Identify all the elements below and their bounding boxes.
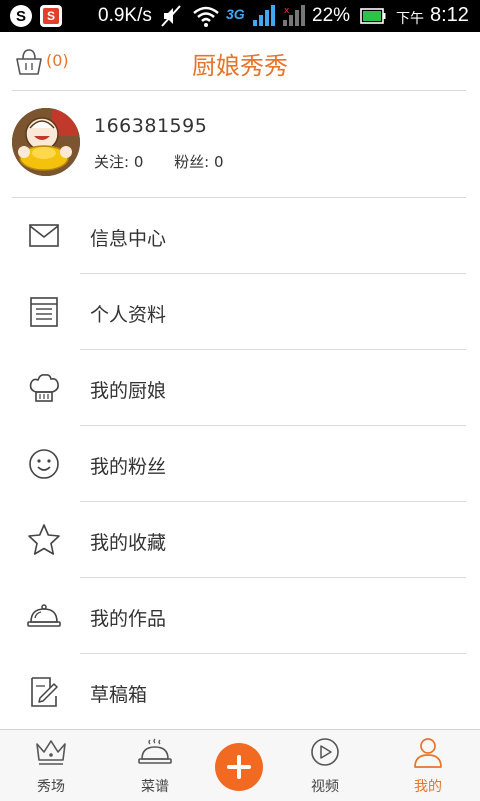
cloche-icon xyxy=(27,604,61,627)
app-header: (0) 厨娘秀秀 xyxy=(0,32,480,90)
nav-tab-show[interactable]: 秀场 xyxy=(16,730,86,801)
bottom-nav: 秀场 菜谱 视频 我的 xyxy=(0,729,480,801)
fans-count[interactable]: 粉丝: 0 xyxy=(174,153,223,171)
nav-tab-recipes[interactable]: 菜谱 xyxy=(120,730,190,801)
nav-label: 视频 xyxy=(311,779,339,795)
cloche-nav-icon xyxy=(138,738,172,764)
battery-percent: 22% xyxy=(312,5,351,26)
clock: 8:12 xyxy=(430,4,469,26)
menu-item-message-center[interactable]: 信息中心 xyxy=(0,198,480,274)
signal-icon xyxy=(253,5,275,26)
page-title: 厨娘秀秀 xyxy=(192,52,288,80)
follow-stats: 关注: 0 粉丝: 0 xyxy=(94,151,250,172)
wifi-icon xyxy=(193,6,219,27)
nav-label: 菜谱 xyxy=(141,779,169,795)
network-type: 3G xyxy=(226,6,245,22)
plus-icon xyxy=(227,755,251,779)
menu-item-label: 我的厨娘 xyxy=(90,380,167,402)
add-post-button[interactable] xyxy=(215,743,263,791)
battery-icon xyxy=(360,8,386,24)
user-icon xyxy=(414,738,442,768)
avatar[interactable] xyxy=(12,108,80,176)
menu-list: 信息中心 个人资料 我的厨娘 我的粉丝 我的收藏 我的作品 草稿箱 xyxy=(0,198,480,730)
profile-card-icon xyxy=(30,297,58,327)
draft-edit-icon xyxy=(31,677,58,707)
smiley-icon xyxy=(29,449,59,479)
menu-item-my-fans[interactable]: 我的粉丝 xyxy=(0,426,480,502)
following-count[interactable]: 关注: 0 xyxy=(94,153,143,171)
menu-item-label: 我的作品 xyxy=(90,608,167,630)
menu-item-profile[interactable]: 个人资料 xyxy=(0,274,480,350)
chef-hat-icon xyxy=(29,374,59,402)
crown-icon xyxy=(36,740,66,765)
user-id: 166381595 xyxy=(94,115,208,137)
menu-item-label: 草稿箱 xyxy=(90,684,148,706)
nav-tab-video[interactable]: 视频 xyxy=(290,730,360,801)
mail-icon xyxy=(29,224,59,247)
menu-item-my-chef[interactable]: 我的厨娘 xyxy=(0,350,480,426)
menu-item-label: 信息中心 xyxy=(90,228,167,250)
menu-item-label: 个人资料 xyxy=(90,304,167,326)
menu-item-my-works[interactable]: 我的作品 xyxy=(0,578,480,654)
am-pm: 下午 xyxy=(396,10,424,26)
app-notification-icon-2: S xyxy=(40,5,62,27)
svg-text:x: x xyxy=(284,6,290,16)
play-icon xyxy=(311,738,339,766)
menu-item-favorites[interactable]: 我的收藏 xyxy=(0,502,480,578)
nav-label: 我的 xyxy=(414,779,442,795)
profile-section[interactable]: 166381595 关注: 0 粉丝: 0 xyxy=(0,91,480,197)
app-notification-icon: S xyxy=(10,5,32,27)
menu-item-drafts[interactable]: 草稿箱 xyxy=(0,654,480,730)
star-icon xyxy=(28,524,60,555)
network-speed: 0.9K/s xyxy=(98,5,152,26)
mute-icon xyxy=(161,5,181,27)
status-bar: S S 0.9K/s 3G x 22% 下午 8:12 xyxy=(0,0,480,32)
menu-item-label: 我的收藏 xyxy=(90,532,167,554)
nav-tab-mine[interactable]: 我的 xyxy=(393,730,463,801)
menu-item-label: 我的粉丝 xyxy=(90,456,167,478)
avatar-image xyxy=(12,108,80,176)
signal-2-icon: x xyxy=(283,5,305,26)
nav-label: 秀场 xyxy=(37,779,65,795)
